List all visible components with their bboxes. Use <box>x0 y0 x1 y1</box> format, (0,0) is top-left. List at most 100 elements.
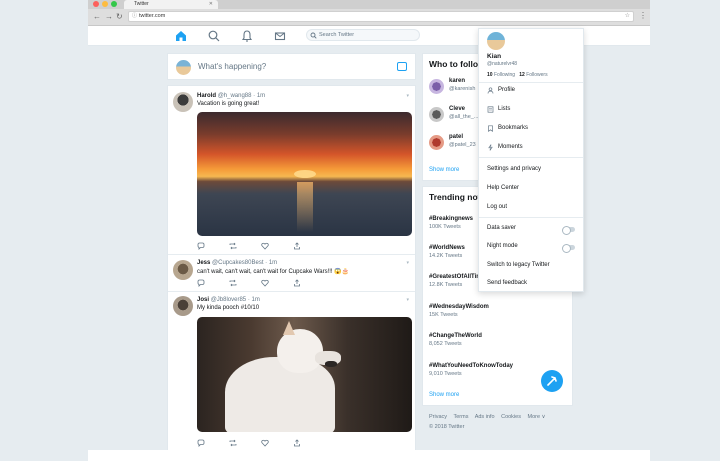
explore-search-icon[interactable] <box>207 29 221 43</box>
trend-hashtag: #WednesdayWisdom <box>429 304 489 310</box>
account-menu: Kian @naturelvr48 10 Following 12 Follow… <box>478 28 584 292</box>
menu-item-profile[interactable]: Profile <box>498 87 515 93</box>
menu-item-settings-and-privacy[interactable]: Settings and privacy <box>487 166 541 172</box>
tweet-author-name[interactable]: Jess <box>197 260 210 266</box>
menu-divider <box>479 217 583 218</box>
followers-count[interactable]: 12 <box>519 72 525 78</box>
moments-lightning-icon <box>488 144 493 151</box>
page-info-icon[interactable]: ⓘ <box>132 12 137 21</box>
bookmark-icon <box>488 125 493 132</box>
avatar[interactable] <box>429 135 444 150</box>
browser-menu-icon[interactable]: ⋮ <box>639 11 647 20</box>
tweet-author-handle[interactable]: @h_wang88 <box>218 93 252 99</box>
footer-link-terms[interactable]: Terms <box>453 414 468 420</box>
menu-item-switch-to-legacy[interactable]: Switch to legacy Twitter <box>487 262 550 268</box>
tweet[interactable]: Josi @Jb8lover85 · 1m ▾ My kinda pooch #… <box>168 292 415 461</box>
reload-icon[interactable]: ↻ <box>116 12 123 22</box>
window-close-button[interactable] <box>93 1 99 7</box>
search-input[interactable]: Search Twitter <box>306 29 420 41</box>
share-icon[interactable] <box>293 279 301 287</box>
menu-divider <box>479 82 583 83</box>
reply-icon[interactable] <box>197 439 205 447</box>
trend-item[interactable]: #ChangeTheWorld 8,052 Tweets <box>429 333 569 347</box>
address-bar[interactable]: ⓘ twitter.com ☆ <box>128 11 634 22</box>
avatar[interactable] <box>487 32 505 50</box>
like-heart-icon[interactable] <box>261 242 269 250</box>
avatar[interactable] <box>173 92 193 112</box>
trend-hashtag: #ChangeTheWorld <box>429 333 482 339</box>
retweet-icon[interactable] <box>229 242 237 250</box>
tab-close-icon[interactable]: ✕ <box>209 0 213 9</box>
tweet-image-sunset[interactable] <box>197 112 412 236</box>
avatar[interactable] <box>429 107 444 122</box>
tweet-actions <box>197 279 307 287</box>
tweet-author-handle[interactable]: @Jb8lover85 <box>211 297 246 303</box>
reply-icon[interactable] <box>197 242 205 250</box>
menu-item-bookmarks[interactable]: Bookmarks <box>498 125 528 131</box>
retweet-icon[interactable] <box>229 279 237 287</box>
menu-item-night-mode[interactable]: Night mode <box>487 243 518 249</box>
tweet-timestamp[interactable]: · 1m <box>248 297 260 303</box>
compose-tweet-button[interactable] <box>541 370 563 392</box>
notifications-bell-icon[interactable] <box>240 29 254 43</box>
avatar[interactable] <box>429 79 444 94</box>
menu-item-moments[interactable]: Moments <box>498 144 523 150</box>
menu-item-help-center[interactable]: Help Center <box>487 185 519 191</box>
home-icon[interactable] <box>174 29 188 43</box>
window-maximize-button[interactable] <box>111 1 117 7</box>
tweet-image-dog[interactable] <box>197 317 412 432</box>
menu-item-lists[interactable]: Lists <box>498 106 510 112</box>
tweet-author-name[interactable]: Harold <box>197 93 216 99</box>
suggestion-name[interactable]: karen <box>449 78 465 84</box>
back-arrow-icon[interactable]: ← <box>93 12 101 22</box>
tweet[interactable]: Harold @h_wang88 · 1m ▾ Vacation is goin… <box>168 86 415 255</box>
chevron-down-icon[interactable]: ▾ <box>406 260 409 266</box>
who-to-follow-show-more-link[interactable]: Show more <box>429 167 459 173</box>
trend-tweet-count: 8,052 Tweets <box>429 341 462 347</box>
following-label[interactable]: Following <box>494 72 515 78</box>
tweet-author-handle[interactable]: @Cupcakes80Best <box>212 260 263 266</box>
reply-icon[interactable] <box>197 279 205 287</box>
who-to-follow-title: Who to follow <box>429 59 485 69</box>
share-icon[interactable] <box>293 242 301 250</box>
like-heart-icon[interactable] <box>261 439 269 447</box>
window-minimize-button[interactable] <box>102 1 108 7</box>
avatar[interactable] <box>173 296 193 316</box>
chevron-down-icon[interactable]: ▾ <box>406 297 409 303</box>
trend-item[interactable]: #WednesdayWisdom 15K Tweets <box>429 304 569 318</box>
share-icon[interactable] <box>293 439 301 447</box>
browser-tab[interactable]: Twitter ✕ <box>124 0 218 9</box>
footer-link-cookies[interactable]: Cookies <box>501 414 521 420</box>
menu-item-data-saver[interactable]: Data saver <box>487 225 516 231</box>
like-heart-icon[interactable] <box>261 279 269 287</box>
tweet-timestamp[interactable]: · 1m <box>253 93 265 99</box>
tweet[interactable]: Jess @Cupcakes80Best · 1m ▾ can't wait, … <box>168 255 415 292</box>
add-media-icon[interactable] <box>397 62 407 71</box>
tweet-text: can't wait, can't wait, can't wait for C… <box>197 269 350 275</box>
tweet-author-name[interactable]: Josi <box>197 297 209 303</box>
messages-envelope-icon[interactable] <box>273 29 287 43</box>
account-name[interactable]: Kian <box>487 53 501 60</box>
footer-link-more[interactable]: More ∨ <box>528 414 546 420</box>
avatar[interactable] <box>173 260 193 280</box>
retweet-icon[interactable] <box>229 439 237 447</box>
following-count[interactable]: 10 <box>487 72 493 78</box>
suggestion-name[interactable]: patel <box>449 134 463 140</box>
followers-label[interactable]: Followers <box>526 72 547 78</box>
tweet-timestamp[interactable]: · 1m <box>265 260 277 266</box>
trends-show-more-link[interactable]: Show more <box>429 392 459 398</box>
footer-link-privacy[interactable]: Privacy <box>429 414 447 420</box>
footer-link-ads-info[interactable]: Ads info <box>475 414 495 420</box>
url-text: twitter.com <box>139 13 166 19</box>
lists-icon <box>487 106 494 113</box>
menu-item-log-out[interactable]: Log out <box>487 204 507 210</box>
night-mode-toggle[interactable] <box>562 244 575 253</box>
forward-arrow-icon[interactable]: → <box>105 12 113 22</box>
chevron-down-icon[interactable]: ▾ <box>406 93 409 99</box>
menu-item-send-feedback[interactable]: Send feedback <box>487 280 527 286</box>
suggestion-name[interactable]: Cleve <box>449 106 465 112</box>
bookmark-star-icon[interactable]: ☆ <box>625 12 630 21</box>
compose-feather-icon <box>547 376 557 386</box>
data-saver-toggle[interactable] <box>562 226 575 235</box>
tweet-composer[interactable]: What's happening? <box>167 53 416 80</box>
